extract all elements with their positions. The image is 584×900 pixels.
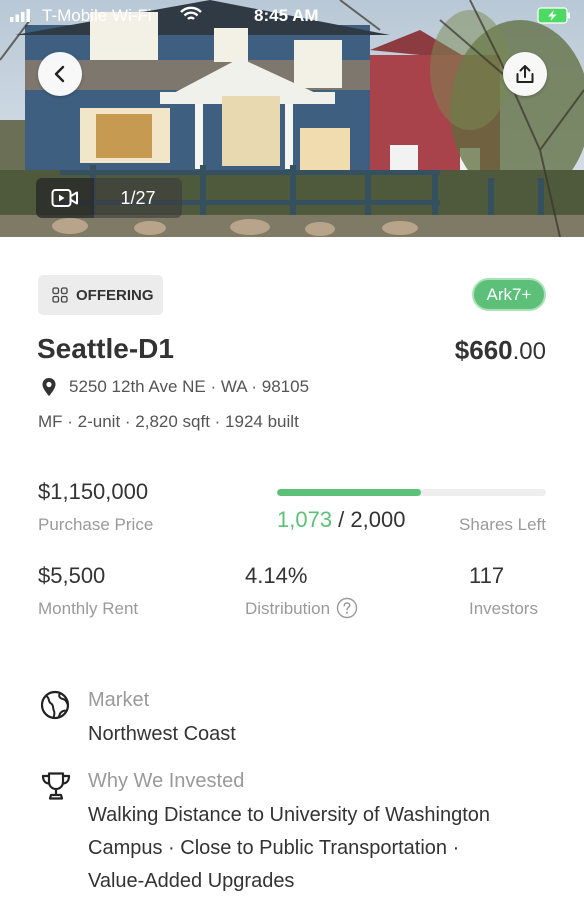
battery-charging-icon [537, 7, 570, 24]
distribution-value: 4.14% [245, 563, 308, 588]
globe-icon [40, 690, 70, 720]
chevron-left-icon [54, 65, 65, 83]
hero-photo[interactable]: T-Mobile Wi-Fi 8:45 AM 1/27 [0, 0, 584, 237]
help-circle-icon[interactable] [336, 597, 358, 619]
ark7-plus-badge[interactable]: Ark7+ [472, 278, 546, 311]
purchase-price-label: Purchase Price [38, 515, 154, 534]
investors-label: Investors [469, 599, 538, 618]
property-address: 5250 12th Ave NE · WA · 98105 [41, 377, 309, 397]
property-details: MF · 2-unit · 2,820 sqft · 1924 built [38, 412, 299, 431]
status-time: 8:45 AM [254, 6, 319, 25]
video-tour-button[interactable] [36, 178, 94, 218]
back-button[interactable] [38, 52, 82, 96]
carrier-name: T-Mobile Wi-Fi [42, 6, 152, 25]
media-counter[interactable]: 1/27 [36, 178, 182, 218]
purchase-price-value: $1,150,000 [38, 479, 149, 504]
status-bar: T-Mobile Wi-Fi 8:45 AM [0, 0, 584, 32]
signal-icon [10, 9, 30, 22]
why-invested-text: Walking Distance to University of Washin… [88, 799, 548, 898]
share-price: $660.00 [455, 335, 546, 366]
investors-value: 117 [469, 563, 505, 588]
grid-icon [52, 287, 68, 303]
shares-separator: / [332, 507, 351, 532]
offering-chip: OFFERING [38, 275, 163, 315]
why-invested-line: Walking Distance to University of Washin… [88, 804, 491, 826]
shares-sold: 1,073 [277, 507, 333, 532]
why-invested-label: Why We Invested [88, 770, 245, 792]
video-icon [51, 189, 78, 207]
distribution-label: Distribution [245, 599, 331, 618]
market-label: Market [88, 689, 150, 711]
shares-left-label: Shares Left [459, 515, 546, 534]
market-value: Northwest Coast [88, 723, 236, 745]
shares-count: 1,073 / 2,000 [277, 507, 405, 533]
shares-progress-fill [277, 489, 422, 496]
why-invested-line: Value-Added Upgrades [88, 870, 295, 892]
monthly-rent-label: Monthly Rent [38, 599, 139, 618]
share-price-dollars: $660 [454, 335, 513, 365]
property-title: Seattle-D1 [37, 333, 174, 364]
why-invested-line: Campus · Close to Public Transportation … [88, 837, 460, 859]
offering-chip-label: OFFERING [76, 286, 154, 304]
monthly-rent-value: $5,500 [38, 563, 106, 588]
share-icon [516, 65, 534, 83]
shares-total: 2,000 [350, 507, 406, 532]
location-pin-icon [42, 378, 56, 396]
address-text: 5250 12th Ave NE · WA · 98105 [69, 377, 310, 396]
shares-progress-bar [277, 489, 546, 496]
trophy-icon [41, 772, 71, 800]
distribution-label-row: Distribution [245, 597, 358, 619]
wifi-icon [180, 6, 202, 20]
share-button[interactable] [503, 52, 547, 96]
share-price-cents: .00 [512, 338, 546, 365]
photo-count: 1/27 [94, 178, 182, 218]
